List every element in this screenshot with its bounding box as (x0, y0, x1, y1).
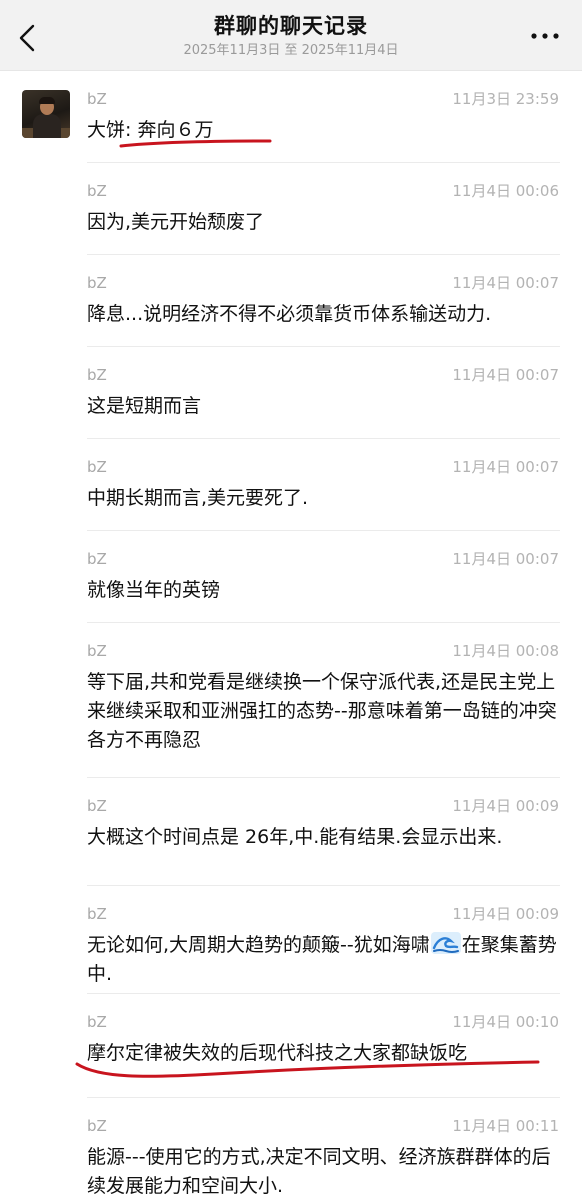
message-item[interactable]: bZ 11月4日 00:07 就像当年的英镑 (0, 531, 582, 623)
message-time: 11月4日 00:07 (452, 458, 559, 476)
sender-name: bZ (87, 274, 107, 292)
message-text: 等下届,共和党看是继续换一个保守派代表,还是民主党上来继续采取和亚洲强扛的态势-… (87, 671, 557, 751)
message-time: 11月4日 00:10 (452, 1013, 559, 1031)
message-time: 11月3日 23:59 (452, 90, 559, 108)
chevron-left-icon (19, 24, 35, 52)
message-text: 大饼: 奔向６万 (87, 119, 214, 141)
sender-name: bZ (87, 550, 107, 568)
more-dots-icon (531, 33, 559, 39)
more-button[interactable] (528, 24, 562, 48)
message-text: 大概这个时间点是 26年,中.能有结果.会显示出来. (87, 826, 503, 848)
sender-name: bZ (87, 1117, 107, 1135)
message-time: 11月4日 00:07 (452, 550, 559, 568)
sender-name: bZ (87, 458, 107, 476)
sender-name: bZ (87, 366, 107, 384)
sender-name: bZ (87, 905, 107, 923)
message-time: 11月4日 00:07 (452, 274, 559, 292)
message-item[interactable]: bZ 11月3日 23:59 大饼: 奔向６万 (0, 71, 582, 163)
page-title: 群聊的聊天记录 (214, 14, 368, 38)
header-bar: 群聊的聊天记录 2025年11月3日 至 2025年11月4日 (0, 0, 582, 71)
header-title-group: 群聊的聊天记录 2025年11月3日 至 2025年11月4日 (100, 12, 482, 60)
message-item[interactable]: bZ 11月4日 00:07 这是短期而言 (0, 347, 582, 439)
message-time: 11月4日 00:11 (452, 1117, 559, 1135)
sender-name: bZ (87, 182, 107, 200)
message-item[interactable]: bZ 11月4日 00:06 因为,美元开始颓废了 (0, 163, 582, 255)
message-text: 中期长期而言,美元要死了. (87, 487, 309, 509)
sender-name: bZ (87, 642, 107, 660)
message-time: 11月4日 00:09 (452, 905, 559, 923)
message-text: 无论如何,大周期大趋势的颠簸--犹如海啸 在聚集蓄势中. (87, 931, 562, 989)
back-button[interactable] (8, 18, 48, 58)
message-time: 11月4日 00:07 (452, 366, 559, 384)
message-text: 因为,美元开始颓废了 (87, 211, 265, 233)
wave-icon (430, 932, 461, 954)
sender-name: bZ (87, 1013, 107, 1031)
message-text: 能源---使用它的方式,决定不同文明、经济族群群体的后续发展能力和空间大小. (87, 1146, 551, 1197)
message-item[interactable]: bZ 11月4日 00:07 中期长期而言,美元要死了. (0, 439, 582, 531)
sender-name: bZ (87, 797, 107, 815)
message-item[interactable]: bZ 11月4日 00:09 大概这个时间点是 26年,中.能有结果.会显示出来… (0, 778, 582, 886)
avatar[interactable] (22, 90, 70, 138)
sender-name: bZ (87, 90, 107, 108)
message-text-part: 无论如何,大周期大趋势的颠簸--犹如海啸 (87, 934, 430, 956)
message-item[interactable]: bZ 11月4日 00:11 能源---使用它的方式,决定不同文明、经济族群群体… (0, 1098, 582, 1200)
date-range: 2025年11月3日 至 2025年11月4日 (183, 43, 399, 58)
message-text: 这是短期而言 (87, 395, 202, 417)
message-item[interactable]: bZ 11月4日 00:10 摩尔定律被失效的后现代科技之大家都缺饭吃 (0, 994, 582, 1098)
message-time: 11月4日 00:08 (452, 642, 559, 660)
message-text: 就像当年的英镑 (87, 579, 221, 601)
message-item[interactable]: bZ 11月4日 00:08 等下届,共和党看是继续换一个保守派代表,还是民主党… (0, 623, 582, 778)
message-time: 11月4日 00:06 (452, 182, 559, 200)
message-text: 降息...说明经济不得不必须靠货币体系输送动力. (87, 303, 492, 325)
message-time: 11月4日 00:09 (452, 797, 559, 815)
message-text: 摩尔定律被失效的后现代科技之大家都缺饭吃 (87, 1042, 468, 1064)
message-item[interactable]: bZ 11月4日 00:07 降息...说明经济不得不必须靠货币体系输送动力. (0, 255, 582, 347)
message-item[interactable]: bZ 11月4日 00:09 无论如何,大周期大趋势的颠簸--犹如海啸 在聚集蓄势… (0, 886, 582, 994)
